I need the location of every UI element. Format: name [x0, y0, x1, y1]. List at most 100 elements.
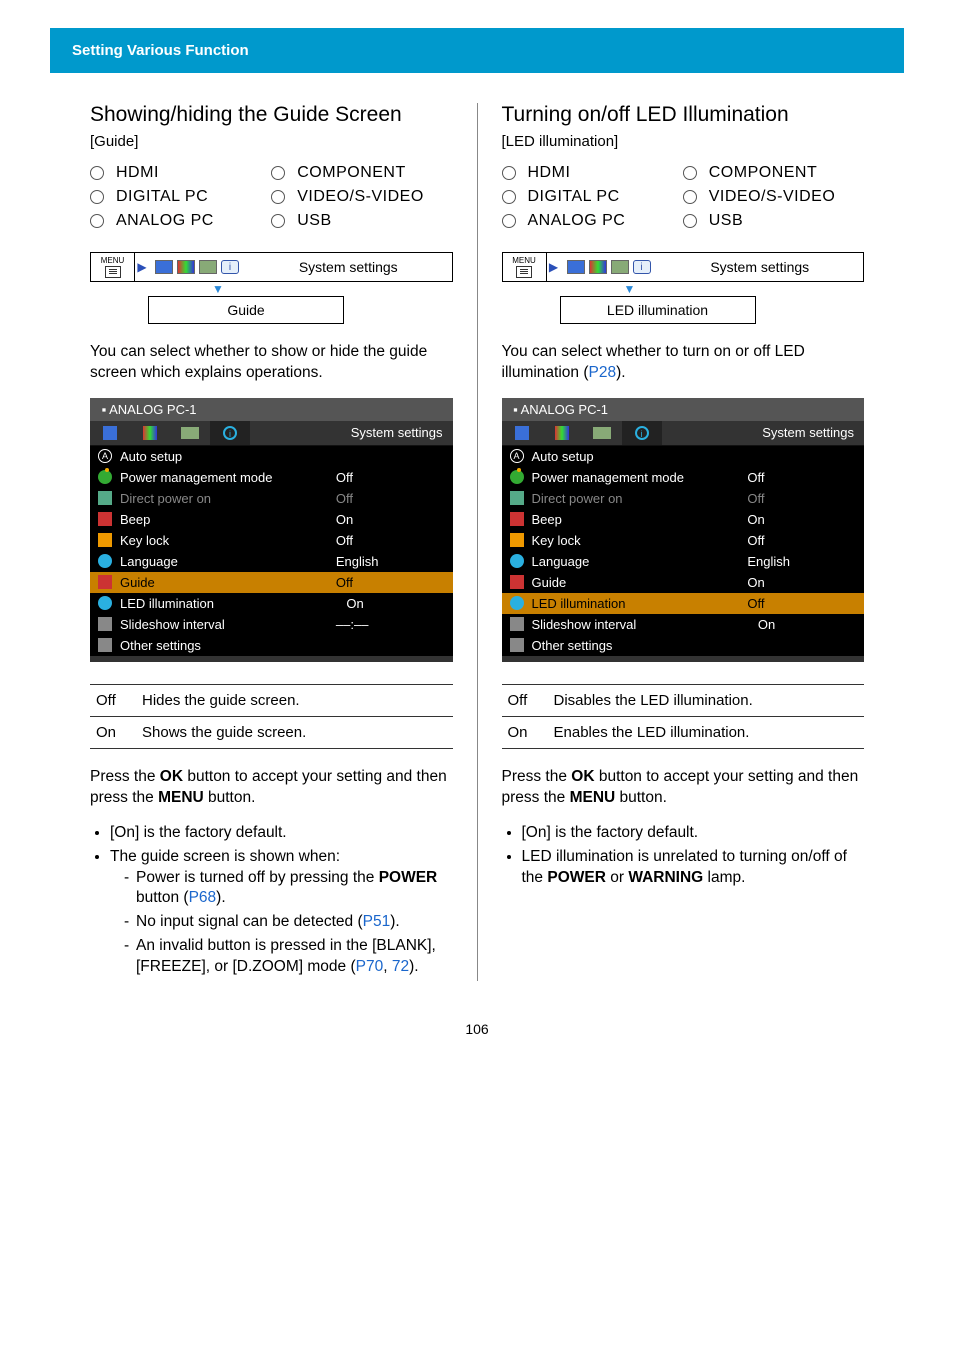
arrow-right-icon: ▶	[547, 260, 561, 274]
press-instruction: Press the OK button to accept your setti…	[502, 767, 865, 809]
osd-row-label: Key lock	[120, 533, 328, 548]
osd-row-label: LED illumination	[120, 596, 328, 611]
input-label: HDMI	[528, 164, 571, 182]
radio-icon	[90, 214, 104, 228]
input-label: ANALOG PC	[528, 212, 626, 230]
osd-row: Direct power onOff	[502, 488, 865, 509]
osd-row-icon	[510, 617, 524, 631]
chapter-header: Setting Various Function	[50, 28, 904, 73]
input-label: USB	[709, 212, 743, 230]
osd-row-label: Power management mode	[532, 470, 740, 485]
notes-list: [On] is the factory default. LED illumin…	[502, 823, 865, 889]
osd-row-label: Other settings	[120, 638, 328, 653]
osd-row-icon	[98, 512, 112, 526]
osd-tab-icon: i	[635, 426, 649, 440]
osd-row-label: Beep	[532, 512, 740, 527]
osd-row-icon	[98, 575, 112, 589]
intro-text: You can select whether to show or hide t…	[90, 342, 453, 384]
input-label: ANALOG PC	[116, 212, 214, 230]
right-column: Turning on/off LED Illumination [LED ill…	[482, 103, 885, 981]
page-link[interactable]: P51	[363, 913, 391, 930]
osd-row-value: On	[336, 512, 445, 527]
tab-icon	[567, 260, 585, 274]
osd-row-value: Off	[747, 533, 856, 548]
osd-row-value: Off	[336, 575, 445, 590]
osd-row-icon	[98, 617, 112, 631]
osd-row-label: Slideshow interval	[532, 617, 740, 632]
osd-tab-icon	[103, 426, 117, 440]
list-item: Power is turned off by pressing the POWE…	[124, 868, 453, 910]
list-item: The guide screen is shown when: Power is…	[110, 847, 453, 979]
osd-tab-icon: i	[223, 426, 237, 440]
osd-row-icon	[510, 533, 524, 547]
tab-icon	[589, 260, 607, 274]
osd-tab-icon	[181, 427, 199, 439]
osd-tab-icon	[555, 426, 569, 440]
page-link[interactable]: P68	[189, 889, 217, 906]
breadcrumb-label: System settings	[245, 254, 452, 280]
osd-row-label: Language	[120, 554, 328, 569]
osd-row-label: Auto setup	[532, 449, 740, 464]
page-number: 106	[0, 1021, 954, 1037]
osd-row-label: Language	[532, 554, 740, 569]
options-table: OffHides the guide screen. OnShows the g…	[90, 684, 453, 749]
osd-row: Other settings	[502, 635, 865, 656]
osd-row-value: English	[336, 554, 445, 569]
left-column: Showing/hiding the Guide Screen [Guide] …	[70, 103, 473, 981]
osd-row-value: Off	[747, 491, 856, 506]
radio-icon	[502, 166, 516, 180]
tab-icon	[199, 260, 217, 274]
radio-icon	[683, 166, 697, 180]
osd-row-label: Beep	[120, 512, 328, 527]
input-label: COMPONENT	[709, 164, 818, 182]
osd-row-icon	[98, 470, 112, 484]
section-title: Showing/hiding the Guide Screen	[90, 103, 453, 127]
osd-row-value: Off	[747, 596, 856, 611]
tab-icon	[177, 260, 195, 274]
tab-icon	[611, 260, 629, 274]
option-desc: Hides the guide screen.	[136, 684, 453, 716]
osd-screenshot: ▪ ANALOG PC-1 i System settings AAuto se…	[90, 398, 453, 662]
option-key: On	[90, 716, 136, 748]
osd-row-icon	[510, 554, 524, 568]
osd-row-value: English	[747, 554, 856, 569]
osd-row: Beep On	[502, 509, 865, 530]
osd-row: Key lockOff	[502, 530, 865, 551]
osd-tab-icon	[515, 426, 529, 440]
list-item: No input signal can be detected (P51).	[124, 912, 453, 933]
input-label: DIGITAL PC	[116, 188, 208, 206]
page-link[interactable]: 72	[392, 958, 409, 975]
page-link[interactable]: P70	[356, 958, 384, 975]
osd-row-value: ▶On	[747, 617, 856, 632]
osd-row: Power management modeOff	[90, 467, 453, 488]
page-link[interactable]: P28	[589, 364, 617, 381]
radio-icon	[683, 214, 697, 228]
osd-row: Guide Off	[90, 572, 453, 593]
input-label: DIGITAL PC	[528, 188, 620, 206]
osd-row-label: Slideshow interval	[120, 617, 328, 632]
list-item: [On] is the factory default.	[110, 823, 453, 844]
press-instruction: Press the OK button to accept your setti…	[90, 767, 453, 809]
osd-source: ▪ ANALOG PC-1	[90, 398, 453, 421]
osd-row-label: LED illumination	[532, 596, 740, 611]
arrow-down-icon: ▼	[560, 282, 700, 296]
osd-screenshot: ▪ ANALOG PC-1 i System settings AAuto se…	[502, 398, 865, 662]
osd-source: ▪ ANALOG PC-1	[502, 398, 865, 421]
osd-row-label: Auto setup	[120, 449, 328, 464]
option-desc: Disables the LED illumination.	[548, 684, 865, 716]
radio-icon	[502, 214, 516, 228]
breadcrumb: MENU ▶ i System settings ▼ Guide	[90, 252, 453, 324]
osd-row-label: Guide	[120, 575, 328, 590]
osd-row-icon	[510, 512, 524, 526]
bracket-label: [LED illumination]	[502, 133, 865, 150]
radio-icon	[683, 190, 697, 204]
osd-row-icon: A	[98, 449, 112, 463]
option-key: On	[502, 716, 548, 748]
radio-icon	[271, 166, 285, 180]
osd-row-value: ▶On	[336, 596, 445, 611]
list-item: An invalid button is pressed in the [BLA…	[124, 936, 453, 978]
osd-row-value: On	[747, 512, 856, 527]
input-label: USB	[297, 212, 331, 230]
option-desc: Shows the guide screen.	[136, 716, 453, 748]
intro-text: You can select whether to turn on or off…	[502, 342, 865, 384]
